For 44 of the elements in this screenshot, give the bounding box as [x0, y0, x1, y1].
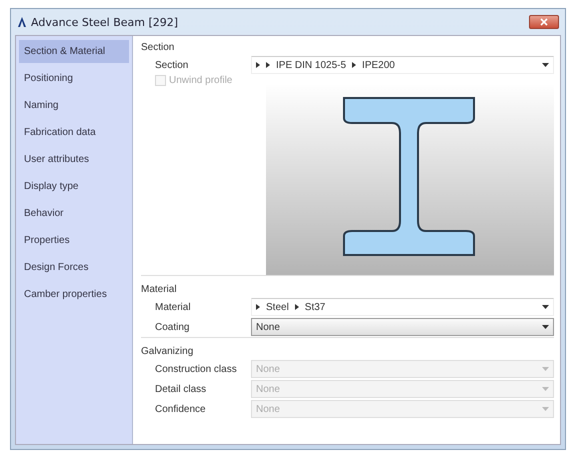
- path-label: IPE200: [362, 60, 395, 70]
- sidebar-item[interactable]: Camber properties: [19, 283, 129, 306]
- field-label: Material: [154, 302, 192, 312]
- close-button[interactable]: [529, 15, 559, 29]
- dropdown[interactable]: None: [251, 318, 554, 336]
- dropdown-value: None: [256, 384, 280, 394]
- sidebar-item[interactable]: Design Forces: [19, 256, 129, 279]
- checkbox-label: Unwind profile: [169, 75, 232, 86]
- field-label: Coating: [154, 322, 190, 332]
- sidebar-item[interactable]: Naming: [19, 94, 129, 117]
- sidebar-item[interactable]: Display type: [19, 175, 129, 198]
- caret-icon: [542, 367, 549, 371]
- arrow-icon: [256, 304, 260, 310]
- sidebar-item[interactable]: User attributes: [19, 148, 129, 171]
- sidebar-item[interactable]: Positioning: [19, 67, 129, 90]
- material-dropdown[interactable]: Steel St37: [251, 298, 554, 316]
- field-label: Confidence: [154, 404, 207, 414]
- group-title: Material: [141, 284, 177, 295]
- sidebar-item[interactable]: Fabrication data: [19, 121, 129, 144]
- dropdown-value: None: [256, 364, 280, 374]
- caret-icon: [542, 325, 549, 329]
- field-label: Section: [154, 60, 190, 70]
- path-label: Steel: [266, 302, 289, 312]
- field-label: Detail class: [154, 384, 208, 394]
- path-label: IPE DIN 1025-5: [276, 60, 346, 70]
- window-title: Advance Steel Beam [292]: [31, 16, 178, 28]
- group-title: Galvanizing: [141, 346, 194, 357]
- arrow-icon: [294, 304, 299, 310]
- dropdown-value: None: [256, 404, 280, 414]
- caret-icon: [542, 63, 549, 67]
- arrow-icon: [352, 62, 356, 68]
- caret-icon: [542, 387, 549, 391]
- field-label: Construction class: [154, 364, 238, 374]
- sidebar-item[interactable]: Behavior: [19, 202, 129, 225]
- sidebar-item[interactable]: Section & Material: [19, 40, 129, 63]
- dropdown-value: None: [256, 322, 280, 332]
- close-icon: [540, 18, 548, 26]
- caret-icon: [542, 407, 549, 411]
- logo-icon: [17, 17, 27, 27]
- sidebar-item[interactable]: Properties: [19, 229, 129, 252]
- section-dropdown[interactable]: IPE DIN 1025-5 IPE200: [251, 56, 554, 74]
- group-title: Section: [141, 42, 174, 53]
- path-label: St37: [304, 302, 326, 312]
- caret-icon: [542, 305, 549, 309]
